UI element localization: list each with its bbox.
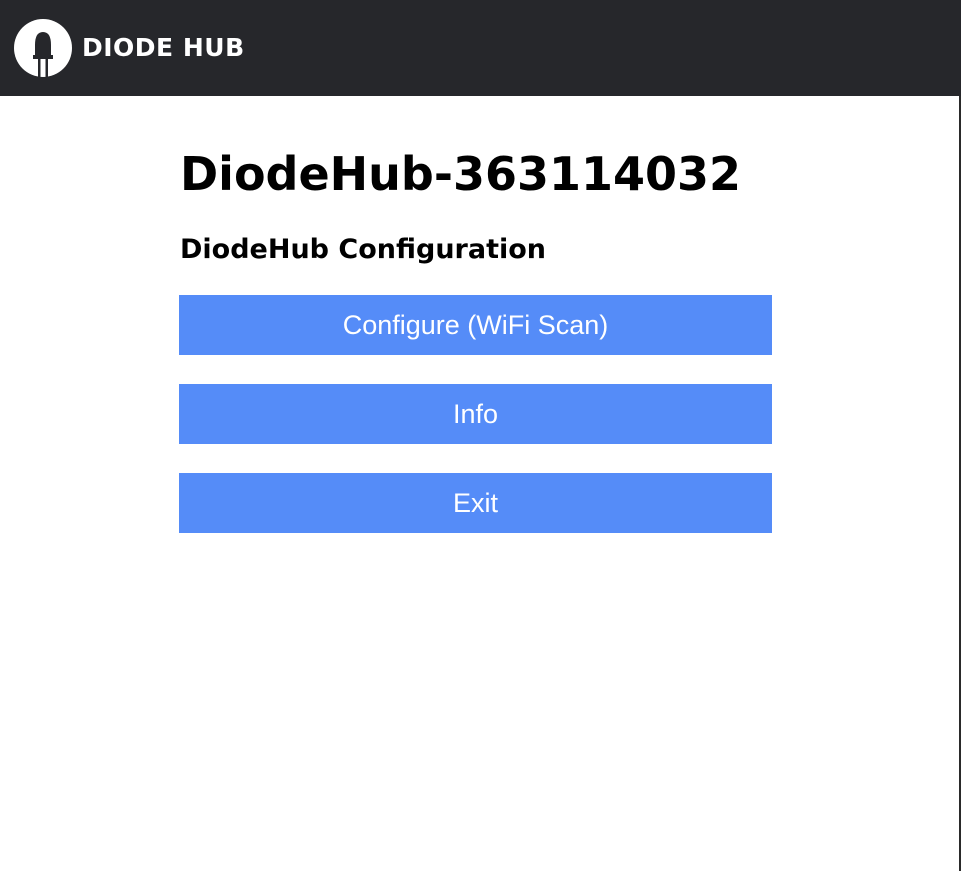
device-title: DiodeHub-363114032 (180, 147, 742, 201)
section-title: DiodeHub Configuration (180, 234, 547, 265)
brand-name[interactable]: DIODE HUB (82, 30, 245, 66)
exit-button[interactable]: Exit (179, 473, 772, 533)
top-header: DIODE HUB (0, 0, 961, 96)
info-button[interactable]: Info (179, 384, 772, 444)
diode-logo-icon (14, 19, 72, 77)
configure-wifi-scan-button[interactable]: Configure (WiFi Scan) (179, 295, 772, 355)
